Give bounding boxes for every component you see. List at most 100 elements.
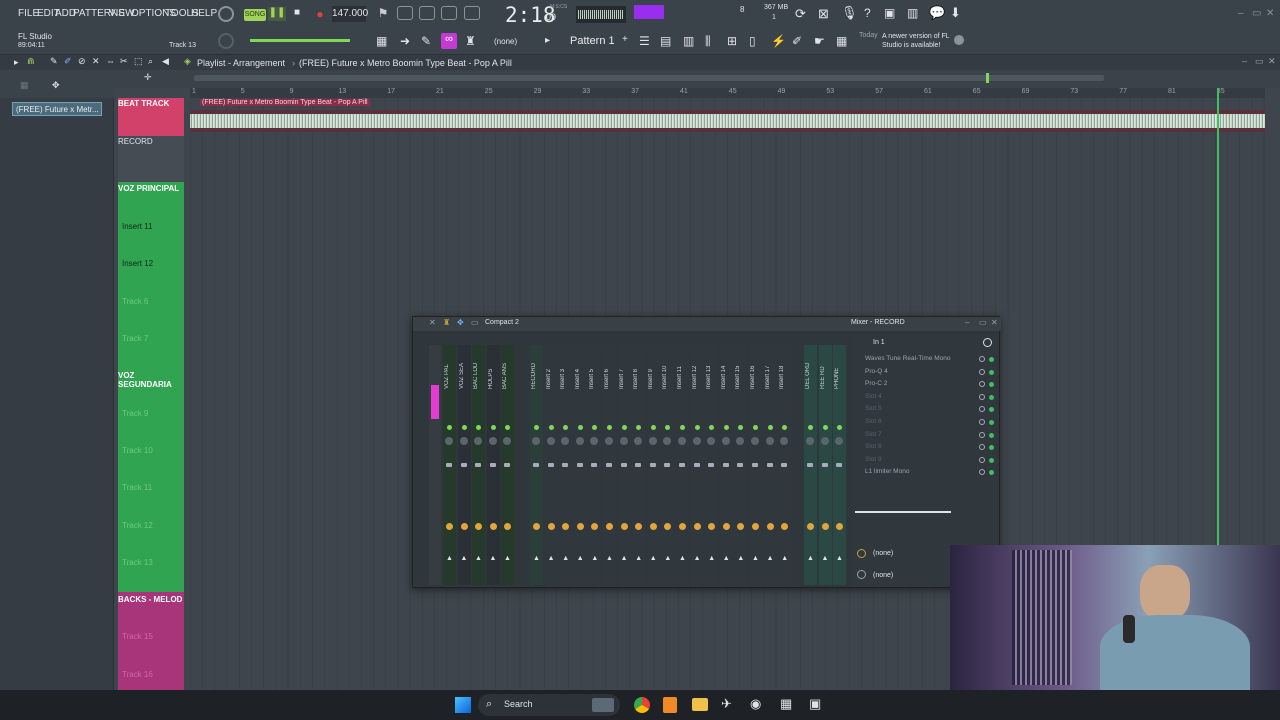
mixer-insert-9-strip[interactable]: Insert 10 ▲ — [661, 345, 675, 585]
mixer-insert-6-route-icon[interactable] — [620, 523, 628, 530]
mixer-left-0-send-arrow-icon[interactable]: ▲ — [446, 555, 453, 562]
project-icon[interactable]: ▯ — [749, 34, 756, 48]
play-small-icon[interactable]: ▸ — [545, 35, 550, 46]
track-name-voz-principal[interactable]: VOZ PRINCIPAL — [118, 184, 184, 193]
magnet-icon[interactable]: ⋒ — [27, 56, 35, 67]
mixer-close-icon[interactable]: ✕ — [991, 318, 998, 327]
mixer-insert-3-send-arrow-icon[interactable]: ▲ — [577, 555, 584, 562]
mixer-insert-8-pan-knob-icon[interactable] — [648, 437, 657, 445]
mixer-insert-11-pan-knob-icon[interactable] — [692, 437, 701, 445]
track-name-7[interactable]: Track 7 — [122, 334, 188, 343]
mixer-insert-12-fader[interactable] — [708, 463, 715, 467]
mixer-right-1-send-arrow-icon[interactable]: ▲ — [822, 555, 829, 562]
mixer-insert-10-fader[interactable] — [679, 463, 685, 467]
mixer-insert-7-led-icon[interactable] — [636, 425, 642, 430]
menu-help[interactable]: HELP — [191, 8, 217, 19]
move-icon[interactable]: ✥ — [52, 80, 60, 91]
mixer-left-3-strip[interactable]: HOLPS ▲ — [486, 345, 500, 585]
mixer-insert-8-route-icon[interactable] — [649, 523, 657, 530]
mixer-insert-7-route-icon[interactable] — [635, 523, 643, 530]
delete-tool-icon[interactable]: ⊘ — [78, 56, 86, 67]
mixer-insert-16-strip[interactable]: Insert 17 ▲ — [763, 345, 777, 585]
window-maximize-icon[interactable]: ▭ — [1252, 8, 1261, 19]
mixer-insert-2-fader[interactable] — [562, 463, 569, 467]
song-mode-toggle[interactable]: SONG — [244, 9, 266, 21]
mixer-insert-9-led-icon[interactable] — [665, 425, 671, 430]
mixer-insert-15-led-icon[interactable] — [753, 425, 758, 430]
mixer-left-1-send-arrow-icon[interactable]: ▲ — [461, 555, 468, 562]
windows-start-icon[interactable] — [455, 697, 471, 713]
mixer-fx-slot-led-icon[interactable] — [989, 369, 994, 375]
mixer-fx-slot[interactable]: Waves Tune Real-Time Mono — [855, 354, 994, 365]
mixer-left-3-route-icon[interactable] — [489, 523, 497, 530]
plugin-db-icon[interactable]: ⚡ — [771, 34, 786, 48]
mixer-fx-slot-led-icon[interactable] — [989, 457, 994, 463]
tools-icon[interactable]: ▦ — [836, 34, 847, 48]
file-explorer-icon[interactable] — [692, 698, 708, 711]
mixer-insert-14-strip[interactable]: Insert 15 ▲ — [734, 345, 748, 585]
mixer-insert-17-strip[interactable]: Insert 18 ▲ — [778, 345, 792, 585]
mixer-fx-slot[interactable]: Pro-Q 4 — [855, 367, 994, 378]
track-name-10[interactable]: Track 10 — [122, 446, 188, 455]
mixer-fx-slot-led-icon[interactable] — [989, 382, 994, 388]
news-globe-icon[interactable] — [954, 35, 964, 45]
mixer-left-3-fader[interactable] — [489, 463, 496, 467]
save-icon[interactable]: ▣ — [884, 6, 895, 20]
stamp-icon[interactable]: ♜ — [465, 34, 476, 48]
mixer-insert-13-fader[interactable] — [722, 463, 729, 467]
track-name-backs-melod[interactable]: BACKS - MELOD — [118, 595, 184, 604]
mixer-fx-slot[interactable]: Slot 8 — [855, 442, 994, 453]
browser-icon[interactable]: ⊞ — [727, 34, 737, 48]
mixer-maximize-icon[interactable]: ▭ — [979, 318, 987, 327]
select-tool-icon[interactable]: ⬚ — [134, 56, 143, 67]
mixer-fx-slot[interactable]: Slot 7 — [855, 430, 994, 441]
mixer-insert-0-pan-knob-icon[interactable] — [532, 437, 540, 445]
touch-icon[interactable]: ☛ — [814, 34, 825, 48]
mixer-insert-5-strip[interactable]: Insert 6 ▲ — [603, 345, 616, 585]
mixer-insert-11-strip[interactable]: Insert 12 ▲ — [690, 345, 704, 585]
mixer-minimize-icon[interactable]: – — [965, 318, 969, 327]
mixer-insert-3-fader[interactable] — [576, 463, 583, 467]
help-icon[interactable]: ? — [864, 6, 871, 20]
track-name-11[interactable]: Track 11 — [122, 483, 188, 492]
mixer-insert-3-route-icon[interactable] — [576, 523, 584, 530]
mixer-insert-5-route-icon[interactable] — [606, 523, 613, 530]
tempo-display[interactable]: 147.000 — [332, 6, 368, 22]
mixer-insert-10-route-icon[interactable] — [679, 523, 686, 530]
mixer-insert-8-fader[interactable] — [649, 463, 656, 467]
picker-item-audio-clip[interactable]: (FREE) Future x Metr... — [12, 102, 102, 116]
mixer-insert-1-route-icon[interactable] — [547, 523, 555, 530]
mixer-left-4-pan-knob-icon[interactable] — [503, 437, 511, 445]
mixer-left-2-send-arrow-icon[interactable]: ▲ — [475, 555, 482, 562]
mixer-insert-4-send-arrow-icon[interactable]: ▲ — [591, 555, 598, 562]
output-knob-icon[interactable] — [857, 570, 866, 579]
app-icon-3[interactable]: ▦ — [780, 696, 792, 712]
track-name-9[interactable]: Track 9 — [122, 409, 188, 418]
master-volume-slider[interactable] — [250, 39, 350, 42]
mixer-insert-4-fader[interactable] — [591, 463, 598, 467]
playlist-icon[interactable]: ☰ — [639, 34, 650, 48]
mixer-insert-15-strip[interactable]: Insert 16 ▲ — [749, 345, 762, 585]
mixer-right-0-led-icon[interactable] — [808, 425, 813, 430]
mixer-left-1-led-icon[interactable] — [461, 425, 467, 430]
mixer-left-0-route-icon[interactable] — [446, 523, 453, 530]
mixer-left-1-route-icon[interactable] — [460, 523, 468, 530]
mixer-insert-6-pan-knob-icon[interactable] — [619, 437, 628, 445]
mixer-insert-12-send-arrow-icon[interactable]: ▲ — [708, 555, 715, 562]
mixer-fx-slot-enable-icon[interactable] — [979, 431, 985, 438]
mixer-insert-11-fader[interactable] — [693, 463, 700, 467]
mixer-fx-slot[interactable]: L1 limiter Mono — [855, 467, 994, 478]
mixer-insert-5-pan-knob-icon[interactable] — [605, 437, 613, 445]
playback-tool-icon[interactable]: ◀ — [162, 56, 169, 67]
mixer-left-4-send-arrow-icon[interactable]: ▲ — [504, 555, 511, 562]
mixer-insert-13-send-arrow-icon[interactable]: ▲ — [723, 555, 730, 562]
snap-none-label[interactable]: (none) — [494, 37, 517, 46]
tempo-tap-icon[interactable]: ⚑ — [376, 6, 390, 20]
mixer-insert-6-strip[interactable]: Insert 7 ▲ — [617, 345, 631, 585]
record-button[interactable]: ● — [313, 7, 327, 21]
mixer-fx-slot-enable-icon[interactable] — [979, 444, 985, 451]
mixer-fx-slot-enable-icon[interactable] — [979, 456, 985, 463]
mixer-tools-icon[interactable]: ✕ — [429, 318, 436, 327]
playlist-close-icon[interactable]: ✕ — [1268, 56, 1276, 67]
app-icon-2[interactable]: ◉ — [750, 696, 761, 712]
